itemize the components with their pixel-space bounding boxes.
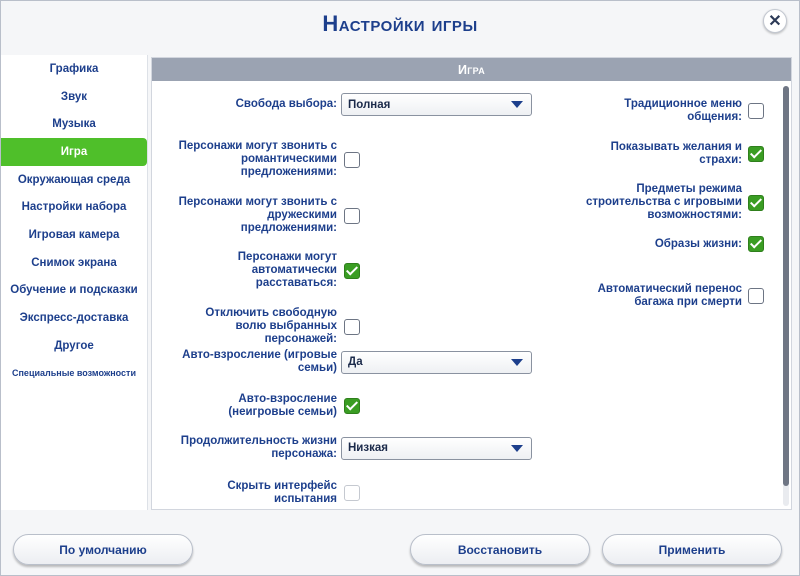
sidebar-item-music[interactable]: Музыка	[1, 110, 147, 138]
wants-fears-checkbox[interactable]	[748, 146, 764, 162]
hide-challenge-row: Скрыть интерфейс испытания	[172, 480, 360, 506]
classic-menu-row: Традиционное меню общения:	[572, 98, 764, 124]
aging-played-row: Авто-взросление (игровые семьи) Да	[172, 349, 532, 375]
chevron-down-icon	[511, 101, 523, 108]
sidebar-item-set-settings[interactable]: Настройки набора	[1, 193, 147, 221]
wants-fears-row: Показывать желания и страхи:	[572, 141, 764, 167]
auto-breakup-label: Персонажи могут автоматически расставать…	[237, 251, 337, 289]
sidebar-item-other[interactable]: Другое	[1, 332, 147, 360]
scroll-thumb[interactable]	[783, 86, 789, 486]
classic-menu-checkbox[interactable]	[748, 103, 764, 119]
romantic-calls-label: Персонажи могут звонить с романтическими…	[178, 140, 337, 178]
friendly-calls-checkbox[interactable]	[344, 207, 360, 224]
scrollbar[interactable]	[783, 86, 789, 506]
aging-played-value: Да	[348, 356, 363, 368]
lifestyles-checkbox[interactable]	[748, 236, 764, 252]
inherit-items-row: Автоматический перенос багажа при смерти	[572, 283, 764, 309]
close-icon: ✕	[768, 13, 782, 30]
apply-button[interactable]: Применить	[602, 534, 782, 565]
aging-unplayed-label: Авто-взросление (неигровые семьи)	[228, 393, 337, 418]
sidebar-item-express-delivery[interactable]: Экспресс-доставка	[1, 304, 147, 332]
aging-played-dropdown[interactable]: Да	[341, 350, 532, 374]
friendly-calls-row: Персонажи могут звонить с дружескими пре…	[172, 196, 360, 235]
lifestyles-label: Образы жизни:	[654, 237, 742, 250]
romantic-calls-row: Персонажи могут звонить с романтическими…	[172, 140, 360, 179]
free-will-dropdown[interactable]: Полная	[341, 93, 532, 116]
friendly-calls-label: Персонажи могут звонить с дружескими пре…	[178, 196, 337, 234]
classic-menu-label: Традиционное меню общения:	[624, 98, 742, 123]
sidebar-item-tutorial[interactable]: Обучение и подсказки	[1, 277, 147, 305]
free-will-value: Полная	[348, 98, 391, 111]
build-items-label: Предметы режима строительства с игровыми…	[585, 183, 742, 221]
aging-played-label: Авто-взросление (игровые семьи)	[182, 349, 337, 374]
chevron-down-icon	[511, 358, 523, 366]
romantic-calls-checkbox[interactable]	[344, 151, 360, 168]
lifespan-dropdown[interactable]: Низкая	[341, 436, 532, 460]
build-items-checkbox[interactable]	[748, 194, 764, 211]
inherit-items-checkbox[interactable]	[748, 288, 764, 304]
wants-fears-label: Показывать желания и страхи:	[610, 141, 742, 166]
aging-unplayed-checkbox[interactable]	[344, 398, 360, 414]
inherit-items-label: Автоматический перенос багажа при смерти	[597, 283, 742, 308]
disable-autonomy-checkbox[interactable]	[344, 318, 360, 335]
hide-challenge-checkbox[interactable]	[344, 485, 360, 501]
auto-breakup-checkbox[interactable]	[344, 262, 360, 279]
disable-autonomy-row: Отключить свободную волю выбранных персо…	[172, 307, 360, 346]
sidebar-item-accessibility[interactable]: Специальные возможности	[1, 360, 147, 388]
restore-button[interactable]: Восстановить	[410, 534, 590, 565]
auto-breakup-row: Персонажи могут автоматически расставать…	[172, 251, 360, 290]
sidebar-item-environment[interactable]: Окружающая среда	[1, 166, 147, 194]
lifespan-value: Низкая	[348, 442, 388, 454]
settings-window: Настройки игры ✕ Графика Звук Музыка Игр…	[0, 0, 800, 576]
aging-unplayed-row: Авто-взросление (неигровые семьи)	[172, 393, 360, 419]
sidebar: Графика Звук Музыка Игра Окружающая сред…	[1, 55, 148, 510]
free-will-row: Свобода выбора: Полная	[192, 93, 532, 116]
sidebar-item-game[interactable]: Игра	[1, 138, 147, 166]
close-button[interactable]: ✕	[763, 9, 787, 33]
panel-header: Игра	[152, 58, 791, 81]
chevron-down-icon	[511, 444, 523, 452]
lifestyles-row: Образы жизни:	[572, 236, 764, 252]
defaults-button[interactable]: По умолчанию	[13, 534, 193, 565]
game-settings-panel: Игра Свобода выбора: Полная Персонажи мо…	[151, 57, 792, 510]
lifespan-row: Продолжительность жизни персонажа: Низка…	[172, 435, 532, 461]
page-title: Настройки игры	[322, 11, 478, 36]
sidebar-item-screenshot[interactable]: Снимок экрана	[1, 249, 147, 277]
hide-challenge-label: Скрыть интерфейс испытания	[227, 480, 337, 505]
sidebar-item-sound[interactable]: Звук	[1, 83, 147, 111]
disable-autonomy-label: Отключить свободную волю выбранных персо…	[205, 307, 337, 345]
build-items-row: Предметы режима строительства с игровыми…	[572, 183, 764, 222]
lifespan-label: Продолжительность жизни персонажа:	[180, 435, 337, 460]
sidebar-item-graphics[interactable]: Графика	[1, 55, 147, 83]
free-will-label: Свобода выбора:	[235, 98, 337, 110]
sidebar-item-camera[interactable]: Игровая камера	[1, 221, 147, 249]
